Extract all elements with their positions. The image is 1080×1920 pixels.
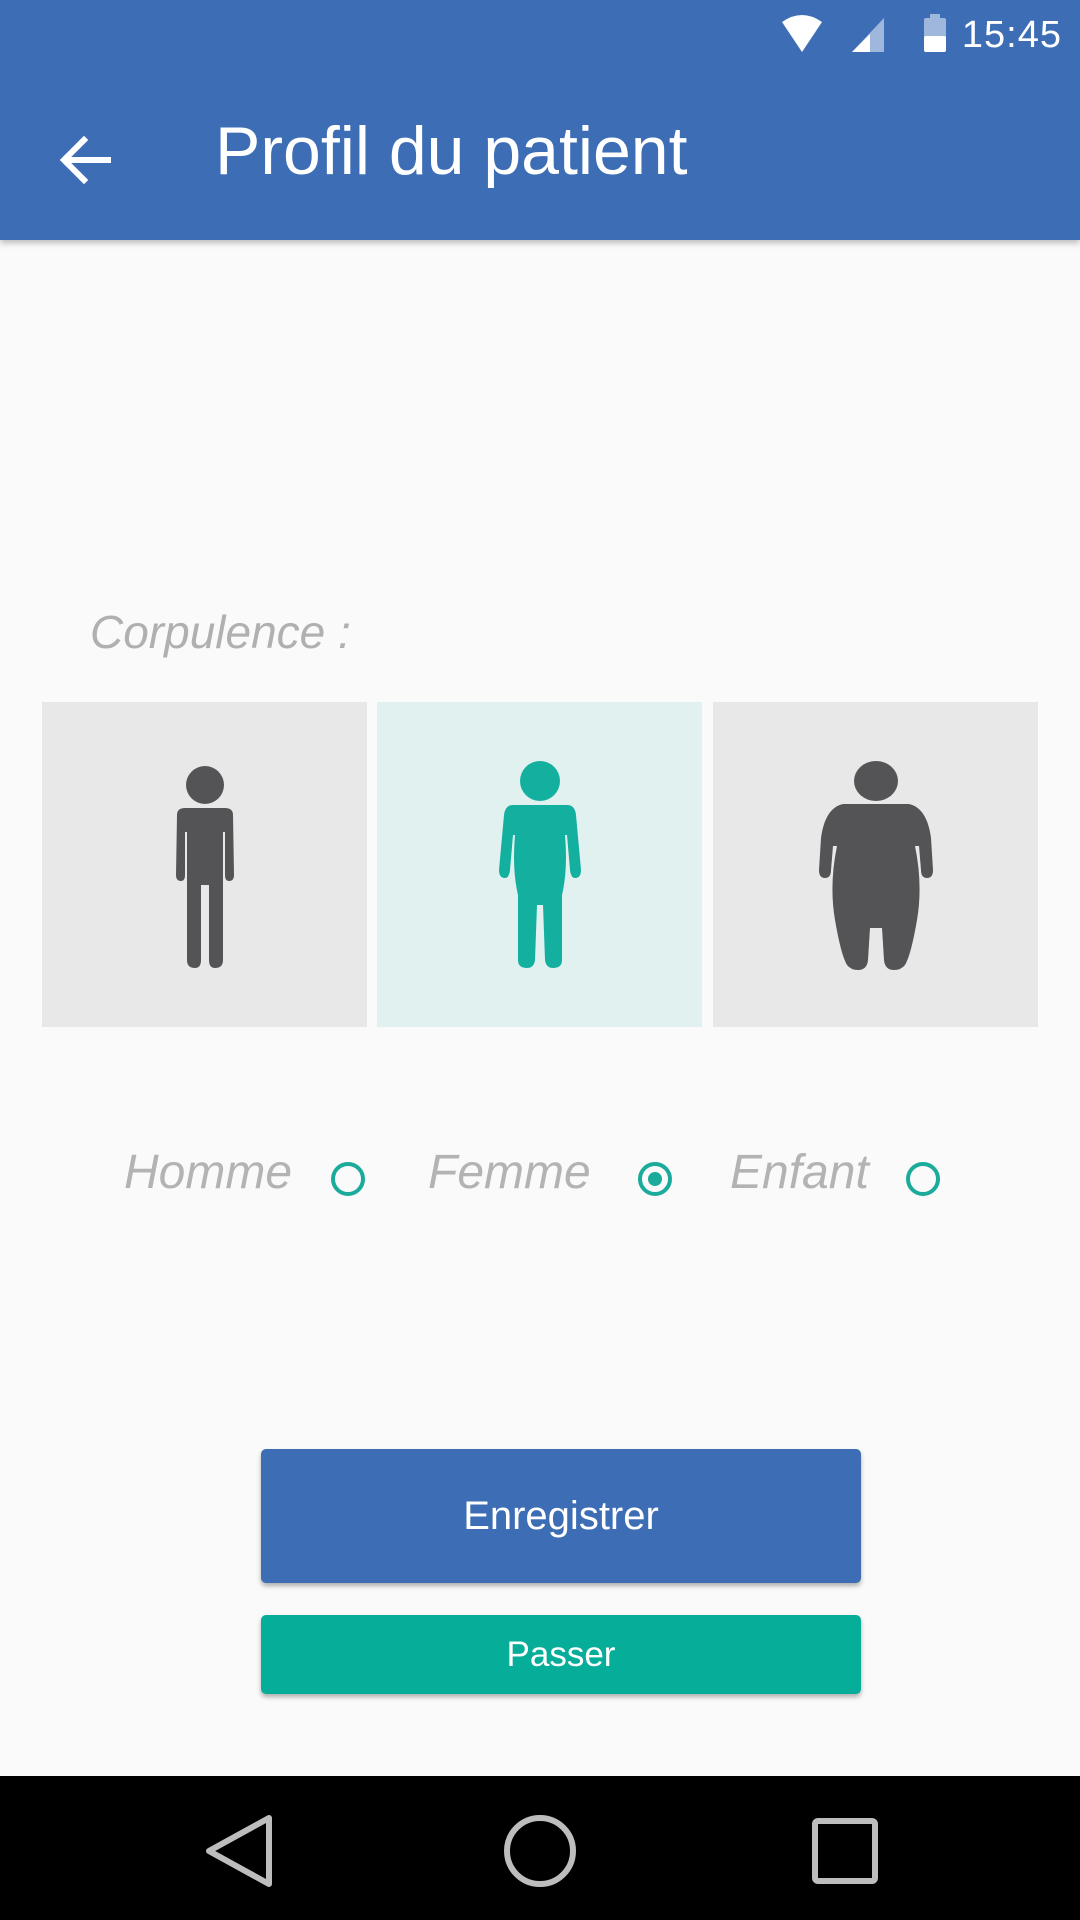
back-triangle-icon[interactable] <box>195 1806 285 1896</box>
app-bar: 15:45 Profil du patient <box>0 0 1080 240</box>
radio-femme[interactable] <box>638 1162 672 1196</box>
corpulence-option-large[interactable] <box>713 702 1038 1027</box>
radio-homme[interactable] <box>331 1162 365 1196</box>
slim-figure-icon <box>175 765 234 968</box>
battery-icon <box>922 14 948 54</box>
page-title: Profil du patient <box>215 113 688 189</box>
option-label-femme: Femme <box>428 1146 591 1199</box>
large-figure-icon <box>818 760 933 970</box>
corpulence-option-slim[interactable] <box>42 702 367 1027</box>
skip-button[interactable]: Passer <box>261 1615 861 1694</box>
option-label-homme: Homme <box>124 1146 293 1199</box>
navigation-bar <box>0 1776 1080 1920</box>
wifi-icon <box>780 14 824 54</box>
status-bar: 15:45 <box>0 0 1080 72</box>
save-button[interactable]: Enregistrer <box>261 1449 861 1583</box>
corpulence-option-medium[interactable] <box>377 702 702 1027</box>
signal-icon <box>850 14 886 54</box>
radio-enfant[interactable] <box>906 1162 940 1196</box>
recents-square-icon[interactable] <box>800 1806 890 1896</box>
back-button[interactable] <box>56 130 116 190</box>
arrow-left-icon <box>59 135 111 185</box>
home-circle-icon[interactable] <box>495 1806 585 1896</box>
option-label-enfant: Enfant <box>730 1146 869 1199</box>
status-time: 15:45 <box>961 14 1062 56</box>
medium-figure-icon <box>498 760 581 968</box>
corpulence-label: Corpulence : <box>90 606 351 658</box>
